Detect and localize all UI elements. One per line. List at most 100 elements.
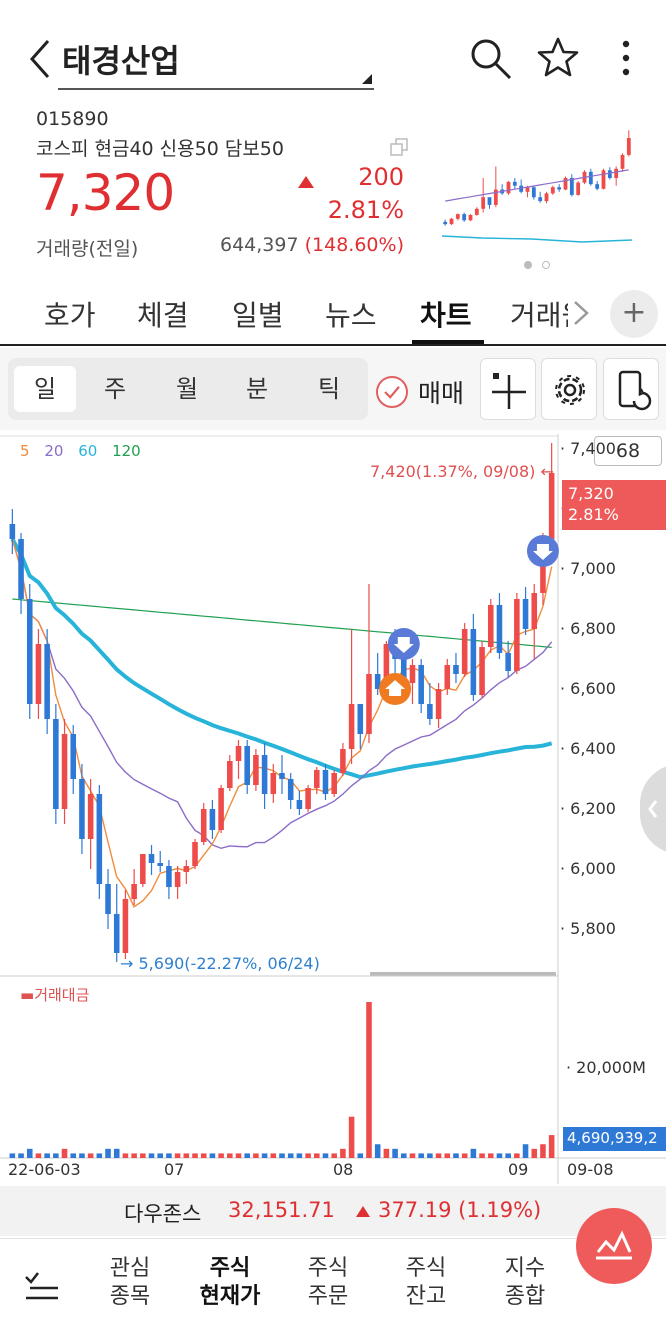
volume-bar [348, 1116, 355, 1158]
volume-bar [148, 1153, 155, 1158]
menu-icon[interactable] [22, 1267, 62, 1303]
volume-bar [79, 1153, 85, 1158]
mini-chart[interactable] [442, 124, 632, 250]
copy-icon[interactable] [389, 137, 409, 157]
low-annotation: → 5,690(-22.27%, 06/24) [120, 954, 320, 973]
candle-body [140, 854, 146, 884]
price-axis-tick: · 5,800 [560, 919, 616, 938]
candle-body [53, 719, 59, 809]
add-tab-button[interactable]: + [610, 290, 658, 338]
mini-candle-body [531, 187, 536, 198]
nav-current-price[interactable]: 주식 현재가 [190, 1255, 270, 1311]
page-indicator [524, 254, 560, 273]
period-month[interactable]: 월 [156, 366, 218, 412]
volume-bar [174, 1153, 181, 1158]
period-day[interactable]: 일 [14, 366, 76, 412]
chart-scroll-bar [370, 972, 556, 976]
buy-signal-icon [379, 673, 412, 705]
period-selector: 일 주 월 분 틱 [8, 358, 368, 420]
high-annotation-text: 7,420(1.37%, 09/08) [370, 462, 536, 481]
volume-bar [270, 1153, 277, 1158]
candle-body [122, 899, 129, 953]
mini-candle-body [563, 178, 568, 190]
search-icon[interactable] [468, 36, 512, 80]
tab-hoga[interactable]: 호가 [44, 294, 96, 334]
candle-body [444, 665, 451, 689]
ma5-legend: 5 [20, 442, 30, 460]
stock-selector-caret-icon[interactable] [362, 74, 372, 84]
volume-axis-tick: · 20,000M [566, 1058, 646, 1077]
candle-body [157, 863, 164, 866]
nav-watchlist[interactable]: 관심 종목 [90, 1255, 170, 1311]
nav-order[interactable]: 주식 주문 [288, 1255, 368, 1311]
star-icon[interactable] [536, 36, 580, 80]
market-index-bar[interactable]: 다우존스 32,151.71 377.19 (1.19%) [0, 1186, 666, 1236]
candle-body [218, 788, 224, 830]
volume-bar [444, 1153, 451, 1158]
period-minute[interactable]: 분 [226, 366, 288, 412]
volume-bar [522, 1144, 529, 1158]
candle-body [96, 794, 103, 884]
stock-name[interactable]: 태경산업 [62, 36, 180, 82]
mini-volume-line [442, 235, 632, 243]
price-change-pct: 2.81% [327, 196, 404, 224]
tab-chart[interactable]: 차트 [420, 294, 472, 334]
period-week[interactable]: 주 [84, 366, 146, 412]
volume-bar [383, 1148, 390, 1158]
candle-body [174, 872, 181, 887]
candle-body [340, 749, 346, 773]
chart-fab-button[interactable] [576, 1208, 652, 1284]
tab-news[interactable]: 뉴스 [325, 294, 377, 334]
candle-body [314, 770, 320, 788]
period-tick[interactable]: 틱 [298, 366, 360, 412]
crosshair-button[interactable] [480, 358, 536, 420]
volume-bar [296, 1153, 303, 1158]
chevron-left-icon [648, 800, 658, 818]
price-axis-tick: · 6,600 [560, 679, 616, 698]
mini-candle-body [443, 221, 448, 225]
candle-body [427, 704, 433, 719]
candle-body [531, 593, 538, 629]
tab-execution[interactable]: 체결 [137, 294, 189, 334]
volume-bar [418, 1153, 424, 1158]
current-price-tag-pct: 2.81% [568, 505, 619, 524]
stock-code: 015890 [36, 108, 109, 130]
candle-body [235, 746, 242, 761]
sell-signal-icon [526, 535, 559, 567]
volume-bar [253, 1153, 259, 1158]
candle-body [26, 599, 33, 704]
x-label-start: 22-06-03 [8, 1160, 81, 1179]
nav-index[interactable]: 지수 종합 [485, 1255, 565, 1311]
volume-bar [400, 1153, 407, 1158]
mini-candle-body [626, 138, 631, 155]
volume-bar [470, 1148, 477, 1158]
volume-bar [461, 1153, 468, 1158]
volume-legend-text: 거래대금 [34, 986, 90, 1004]
current-price: 7,320 [36, 164, 175, 222]
candle-body [435, 689, 442, 719]
rotate-screen-button[interactable] [603, 358, 659, 420]
ma5-line [11, 538, 553, 908]
app-screen: 태경산업 015890 코스피 현금40 신용50 담보50 7,320 200… [0, 0, 666, 1334]
side-panel-handle[interactable] [640, 764, 666, 854]
back-icon[interactable] [26, 38, 56, 80]
check-icon[interactable] [376, 376, 408, 408]
candle-body [87, 794, 94, 839]
active-tab-indicator [412, 340, 484, 344]
tab-broker[interactable]: 거래원 [510, 294, 568, 334]
mini-candle-body [576, 182, 581, 195]
ma-legend: 5 20 60 120 [20, 442, 151, 460]
price-axis-tick: · 6,200 [560, 799, 616, 818]
nav-balance[interactable]: 주식 잔고 [386, 1255, 466, 1311]
volume-bar [305, 1153, 311, 1158]
candle-body [409, 665, 416, 683]
tab-scroll-arrow-icon[interactable] [566, 298, 596, 328]
tab-daily[interactable]: 일별 [232, 294, 284, 334]
volume-bar [314, 1153, 320, 1158]
more-menu-icon[interactable] [604, 36, 648, 80]
price-chart[interactable]: 5 20 60 120 68 7,420(1.37%, 09/08) ← → 5… [0, 434, 666, 1184]
candle-body [305, 788, 311, 809]
candle-body [35, 644, 42, 704]
settings-button[interactable] [541, 358, 597, 420]
price-axis-tick: · 6,400 [560, 739, 616, 758]
